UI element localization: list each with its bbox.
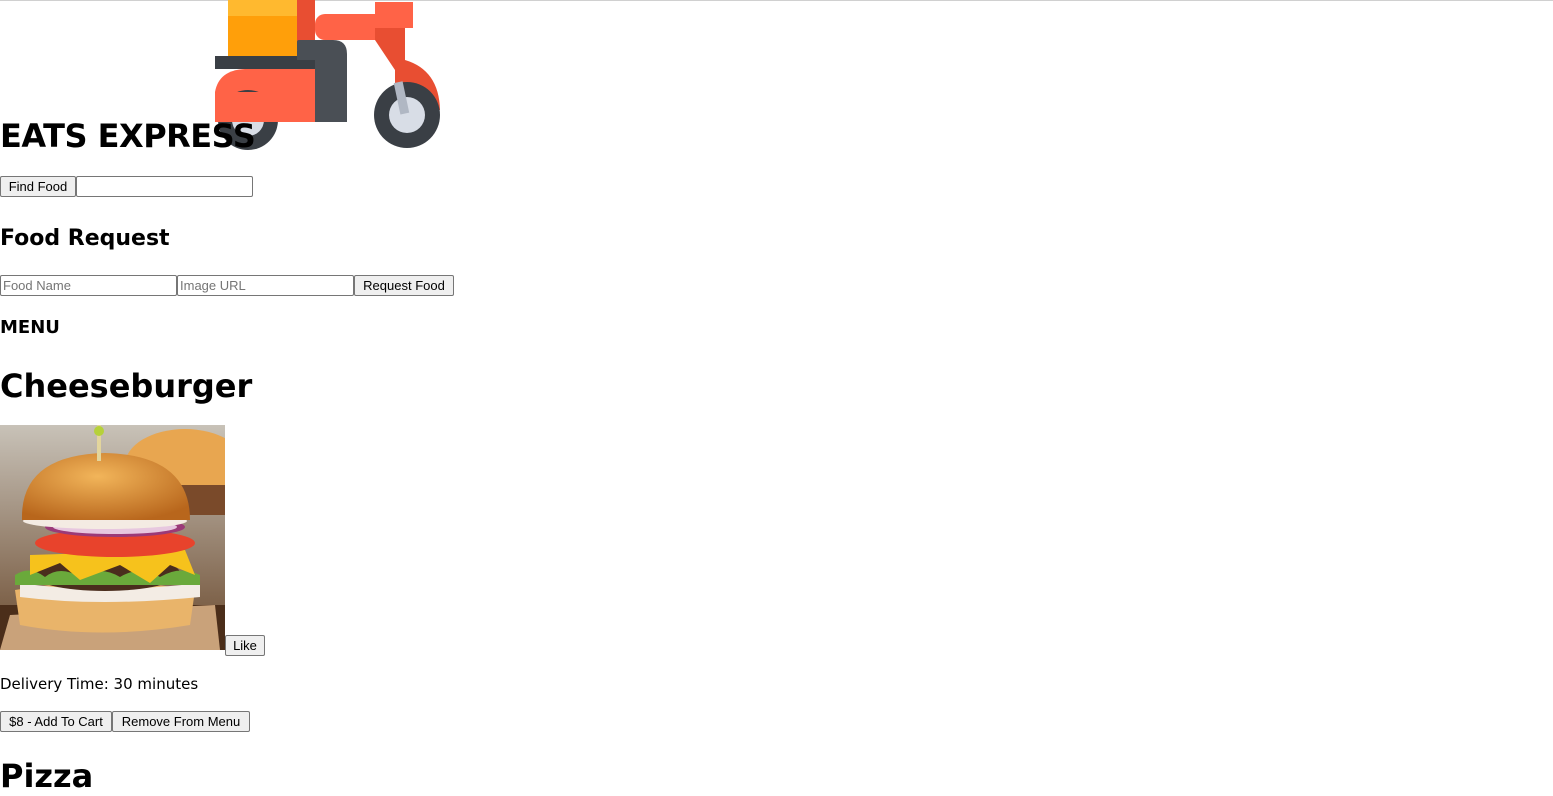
- add-to-cart-button[interactable]: $8 - Add To Cart: [0, 711, 112, 732]
- menu-item-actions: $8 - Add To Cart Remove From Menu: [0, 711, 250, 732]
- image-url-input[interactable]: [177, 275, 354, 296]
- menu-item-name: Pizza: [0, 757, 94, 795]
- search-bar: Find Food: [0, 176, 253, 197]
- like-button[interactable]: Like: [225, 635, 265, 656]
- request-food-button[interactable]: Request Food: [354, 275, 454, 296]
- app-title: EATS EXPRESS: [0, 117, 256, 155]
- delivery-time-text: Delivery Time: 30 minutes: [0, 675, 199, 693]
- search-input[interactable]: [76, 176, 253, 197]
- food-name-input[interactable]: [0, 275, 177, 296]
- find-food-button[interactable]: Find Food: [0, 176, 76, 197]
- remove-from-menu-button[interactable]: Remove From Menu: [112, 711, 250, 732]
- menu-item-name: Cheeseburger: [0, 367, 253, 405]
- food-request-form: Request Food: [0, 275, 454, 296]
- food-request-heading: Food Request: [0, 226, 170, 251]
- cheeseburger-image: [0, 425, 225, 650]
- menu-heading: MENU: [0, 317, 60, 338]
